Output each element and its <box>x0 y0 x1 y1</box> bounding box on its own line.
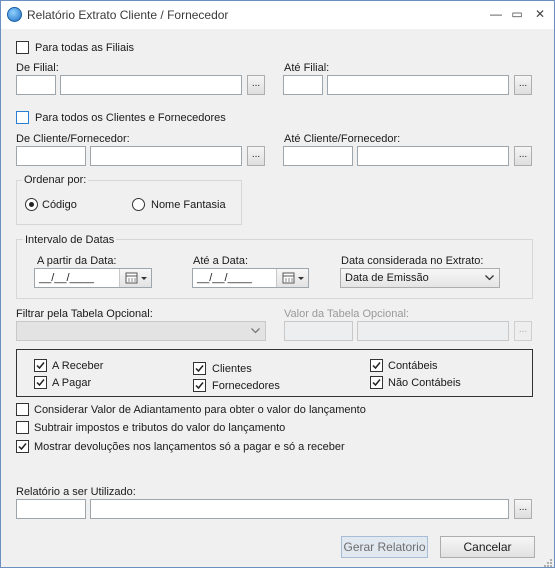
payable-checkbox[interactable] <box>34 376 47 389</box>
show-returns-label: Mostrar devoluções nos lançamentos só a … <box>34 441 345 453</box>
accounting-label: Contábeis <box>388 360 438 372</box>
end-date-calendar-button[interactable] <box>276 269 308 287</box>
end-date-label: Até a Data: <box>193 255 249 267</box>
start-date-calendar-button[interactable] <box>119 269 151 287</box>
minimize-button[interactable]: — <box>485 5 507 23</box>
considered-date-select[interactable]: Data de Emissão <box>340 268 500 288</box>
optional-table-value-label: Valor da Tabela Opcional: <box>284 308 409 320</box>
window-title: Relatório Extrato Cliente / Fornecedor <box>27 8 229 22</box>
subtract-taxes-checkbox[interactable] <box>16 421 29 434</box>
optional-table-browse-button[interactable]: ... <box>514 321 532 341</box>
start-date-label: A partir da Data: <box>37 255 117 267</box>
check-icon <box>36 362 45 370</box>
to-client-label: Até Cliente/Fornecedor: <box>284 133 401 145</box>
cancel-button[interactable]: Cancelar <box>440 536 535 558</box>
sort-group-title: Ordenar por: <box>22 174 89 186</box>
check-icon <box>195 365 204 373</box>
all-clients-checkbox[interactable] <box>16 111 29 124</box>
subtract-taxes-label: Subtrair impostos e tributos do valor do… <box>34 422 286 434</box>
from-client-name-input[interactable] <box>90 146 242 166</box>
chevron-down-icon <box>485 275 494 281</box>
from-branch-browse-button[interactable]: ... <box>247 75 265 95</box>
to-branch-code-input[interactable] <box>283 75 323 95</box>
report-label: Relatório a ser Utilizado: <box>16 486 136 498</box>
optional-table-select[interactable] <box>16 321 266 341</box>
to-client-code-input[interactable] <box>283 146 353 166</box>
check-icon <box>36 379 45 387</box>
calendar-icon <box>125 272 147 284</box>
from-client-code-input[interactable] <box>16 146 86 166</box>
payable-label: A Pagar <box>52 377 92 389</box>
advance-value-checkbox[interactable] <box>16 403 29 416</box>
all-clients-label: Para todos os Clientes e Fornecedores <box>35 112 226 124</box>
to-branch-browse-button[interactable]: ... <box>514 75 532 95</box>
optional-table-label: Filtrar pela Tabela Opcional: <box>16 308 153 320</box>
from-branch-label: De Filial: <box>16 62 59 74</box>
receivable-label: A Receber <box>52 360 104 372</box>
advance-value-label: Considerar Valor de Adiantamento para ob… <box>34 404 366 416</box>
accounting-checkbox[interactable] <box>370 359 383 372</box>
to-client-browse-button[interactable]: ... <box>514 146 532 166</box>
sort-code-label: Código <box>42 199 77 211</box>
suppliers-checkbox[interactable] <box>193 379 206 392</box>
all-branches-checkbox[interactable] <box>16 41 29 54</box>
all-branches-label: Para todas as Filiais <box>35 42 135 54</box>
end-date-value: __/__/____ <box>197 272 253 284</box>
show-returns-checkbox[interactable] <box>16 440 29 453</box>
start-date-picker[interactable]: __/__/____ <box>34 268 152 288</box>
check-icon <box>372 379 381 387</box>
optional-table-code-input[interactable] <box>284 321 353 341</box>
to-client-name-input[interactable] <box>357 146 509 166</box>
report-name-input[interactable] <box>90 499 509 519</box>
considered-date-label: Data considerada no Extrato: <box>341 255 484 267</box>
check-icon <box>195 382 204 390</box>
clients-checkbox[interactable] <box>193 362 206 375</box>
sort-name-radio[interactable] <box>132 198 145 211</box>
clients-label: Clientes <box>212 363 252 375</box>
check-icon <box>18 443 27 451</box>
chevron-down-icon <box>251 328 260 334</box>
end-date-picker[interactable]: __/__/____ <box>192 268 309 288</box>
receivable-checkbox[interactable] <box>34 359 47 372</box>
resize-grip-icon[interactable] <box>541 556 553 568</box>
title-bar: Relatório Extrato Cliente / Fornecedor —… <box>1 1 554 29</box>
close-button[interactable]: ✕ <box>529 5 551 23</box>
check-icon <box>372 362 381 370</box>
to-branch-name-input[interactable] <box>327 75 509 95</box>
from-client-browse-button[interactable]: ... <box>247 146 265 166</box>
app-icon <box>7 7 22 22</box>
generate-report-button[interactable]: Gerar Relatorio <box>341 536 428 558</box>
non-accounting-checkbox[interactable] <box>370 376 383 389</box>
from-client-label: De Cliente/Fornecedor: <box>16 133 130 145</box>
calendar-icon <box>282 272 304 284</box>
to-branch-label: Até Filial: <box>284 62 330 74</box>
considered-date-value: Data de Emissão <box>345 272 429 284</box>
report-code-input[interactable] <box>16 499 86 519</box>
from-branch-name-input[interactable] <box>60 75 242 95</box>
suppliers-label: Fornecedores <box>212 380 280 392</box>
non-accounting-label: Não Contábeis <box>388 377 461 389</box>
report-dialog: Relatório Extrato Cliente / Fornecedor —… <box>0 0 555 568</box>
start-date-value: __/__/____ <box>39 272 95 284</box>
report-browse-button[interactable]: ... <box>514 499 532 519</box>
sort-code-radio[interactable] <box>25 198 38 211</box>
optional-table-name-input[interactable] <box>357 321 509 341</box>
date-range-title: Intervalo de Datas <box>23 234 117 246</box>
sort-name-label: Nome Fantasia <box>151 199 226 211</box>
from-branch-code-input[interactable] <box>16 75 56 95</box>
maximize-button[interactable]: ▭ <box>506 5 528 23</box>
